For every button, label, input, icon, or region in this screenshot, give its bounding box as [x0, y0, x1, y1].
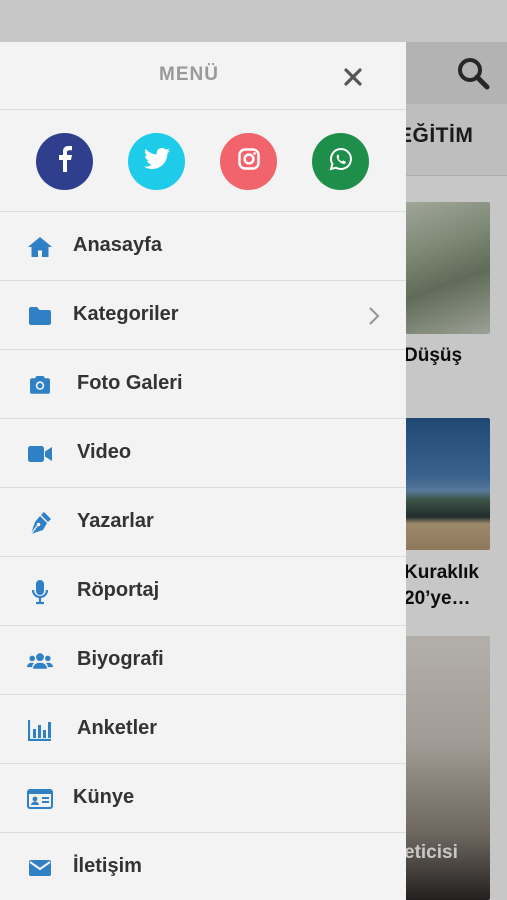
twitter-button[interactable] [128, 133, 185, 190]
home-icon [27, 234, 53, 260]
id-card-icon [27, 786, 53, 812]
menu-item-label: Yazarlar [77, 510, 154, 532]
video-camera-icon [27, 441, 53, 467]
menu-item-roportaj[interactable]: Röportaj [0, 557, 406, 626]
social-links [0, 110, 406, 212]
folder-icon [27, 303, 53, 329]
menu-item-kategoriler[interactable]: Kategoriler [0, 281, 406, 350]
pen-icon [27, 510, 53, 536]
whatsapp-button[interactable] [312, 133, 369, 190]
twitter-icon [143, 147, 170, 175]
facebook-icon [54, 146, 76, 177]
menu-list: Anasayfa Kategoriler Foto Galeri Video Y… [0, 212, 406, 900]
menu-item-label: Foto Galeri [77, 372, 183, 394]
close-icon[interactable] [336, 60, 370, 94]
menu-item-label: Röportaj [77, 579, 160, 601]
instagram-button[interactable] [220, 133, 277, 190]
menu-item-label: Biyografi [77, 648, 164, 670]
screen: EĞİTİM Düşüş Kuraklık 20’ye… eticisi MEN… [0, 0, 507, 900]
menu-item-anasayfa[interactable]: Anasayfa [0, 212, 406, 281]
menu-item-label: Anketler [77, 717, 158, 739]
camera-icon [27, 372, 53, 398]
menu-item-label: Künye [73, 786, 135, 808]
side-drawer: MENÜ Anasayfa Kategoriler Foto Galeri Vi… [0, 42, 406, 900]
whatsapp-icon [329, 147, 353, 176]
menu-item-biyografi[interactable]: Biyografi [0, 626, 406, 695]
microphone-icon [27, 579, 53, 605]
menu-item-label: Kategoriler [73, 303, 179, 325]
drawer-title: MENÜ [159, 64, 219, 85]
menu-item-foto-galeri[interactable]: Foto Galeri [0, 350, 406, 419]
instagram-icon [237, 148, 260, 175]
menu-item-label: İletişim [73, 855, 142, 877]
envelope-icon [27, 855, 53, 881]
menu-item-kunye[interactable]: Künye [0, 764, 406, 833]
poll-chart-icon [27, 717, 53, 743]
menu-item-iletisim[interactable]: İletişim [0, 833, 406, 900]
users-icon [27, 648, 53, 674]
menu-item-label: Video [77, 441, 132, 463]
menu-item-video[interactable]: Video [0, 419, 406, 488]
chevron-right-icon [364, 305, 384, 327]
menu-item-label: Anasayfa [73, 234, 162, 256]
menu-item-anketler[interactable]: Anketler [0, 695, 406, 764]
menu-item-yazarlar[interactable]: Yazarlar [0, 488, 406, 557]
facebook-button[interactable] [36, 133, 93, 190]
drawer-header: MENÜ [0, 42, 406, 110]
